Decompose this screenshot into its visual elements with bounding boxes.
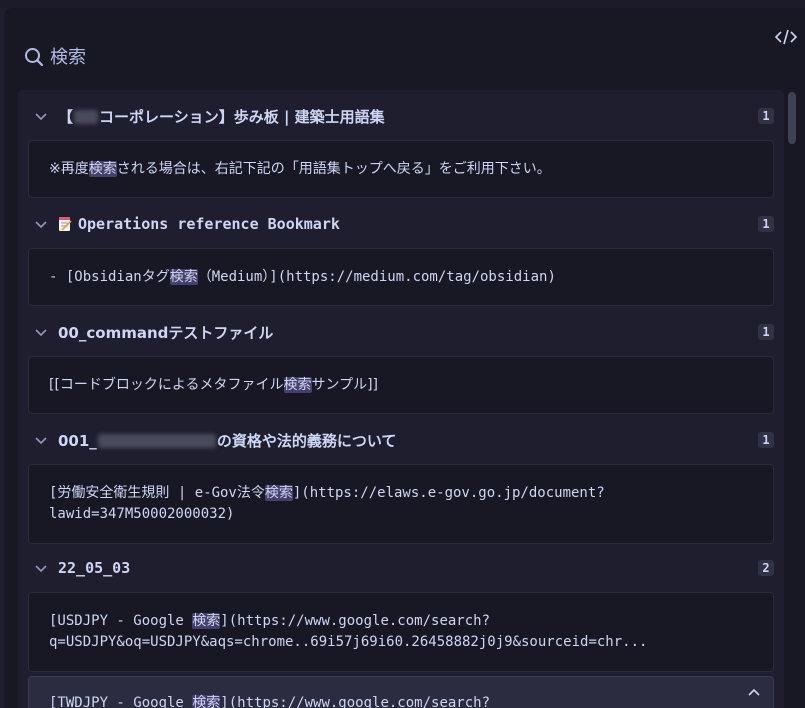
result-file-title: 【コーポレーション】歩み板 | 建築士用語集 bbox=[58, 107, 385, 126]
result-file-header[interactable]: 001_ の資格や法的義務について 1 bbox=[18, 420, 784, 460]
match-count-badge: 1 bbox=[758, 216, 774, 232]
match-highlight: 検索 bbox=[192, 613, 221, 629]
result-file-header[interactable]: 22_05_03 2 bbox=[18, 548, 784, 588]
results-scrollbar[interactable] bbox=[788, 92, 796, 144]
result-match[interactable]: [労働安全衛生規則 | e-Gov法令検索](https://elaws.e-g… bbox=[28, 464, 774, 544]
search-results: 【コーポレーション】歩み板 | 建築士用語集 1 ※再度検索される場合は、右記下… bbox=[18, 90, 784, 708]
search-input[interactable] bbox=[50, 46, 350, 68]
result-match[interactable]: - [Obsidianタグ検索（Medium）](https://medium.… bbox=[28, 248, 774, 306]
match-highlight: 検索 bbox=[192, 695, 221, 708]
match-count-badge: 1 bbox=[758, 324, 774, 340]
match-highlight: 検索 bbox=[169, 268, 198, 285]
match-count-badge: 1 bbox=[758, 108, 774, 124]
chevron-down-icon[interactable] bbox=[34, 109, 48, 123]
result-file-title: 22_05_03 bbox=[58, 559, 131, 577]
chevron-down-icon[interactable] bbox=[34, 325, 48, 339]
result-file-title: Operations reference Bookmark bbox=[78, 215, 340, 233]
memo-icon bbox=[59, 217, 72, 231]
result-file-header[interactable]: Operations reference Bookmark 1 bbox=[18, 204, 784, 244]
redacted-text bbox=[74, 110, 99, 124]
chevron-down-icon[interactable] bbox=[34, 433, 48, 447]
result-file-title: 001_ の資格や法的義務について bbox=[58, 431, 397, 450]
result-file-title: 00_commandテストファイル bbox=[58, 323, 274, 342]
match-highlight: 検索 bbox=[283, 376, 312, 393]
result-file-header[interactable]: 00_commandテストファイル 1 bbox=[18, 312, 784, 352]
previous-text-strip bbox=[0, 0, 805, 8]
match-highlight: 検索 bbox=[264, 485, 293, 501]
result-file-header[interactable]: 【コーポレーション】歩み板 | 建築士用語集 1 bbox=[18, 96, 784, 136]
chevron-down-icon[interactable] bbox=[34, 561, 48, 575]
search-icon bbox=[25, 48, 44, 67]
search-bar[interactable] bbox=[24, 42, 350, 72]
result-match[interactable]: ※再度検索される場合は、右記下記の「用語集トップへ戻る」をご利用下さい。 bbox=[28, 140, 774, 198]
result-match-active[interactable]: [TWDJPY - Google 検索](https://www.google.… bbox=[28, 676, 774, 708]
redacted-text bbox=[97, 434, 216, 448]
match-highlight: 検索 bbox=[88, 160, 117, 177]
code-icon[interactable] bbox=[773, 26, 799, 48]
match-count-badge: 2 bbox=[758, 560, 774, 576]
result-match[interactable]: [[コードブロックによるメタファイル検索サンプル]] bbox=[28, 356, 774, 414]
match-count-badge: 1 bbox=[758, 432, 774, 448]
result-match[interactable]: [USDJPY - Google 検索](https://www.google.… bbox=[28, 592, 774, 672]
chevron-up-icon[interactable] bbox=[747, 685, 761, 699]
chevron-down-icon[interactable] bbox=[34, 217, 48, 231]
